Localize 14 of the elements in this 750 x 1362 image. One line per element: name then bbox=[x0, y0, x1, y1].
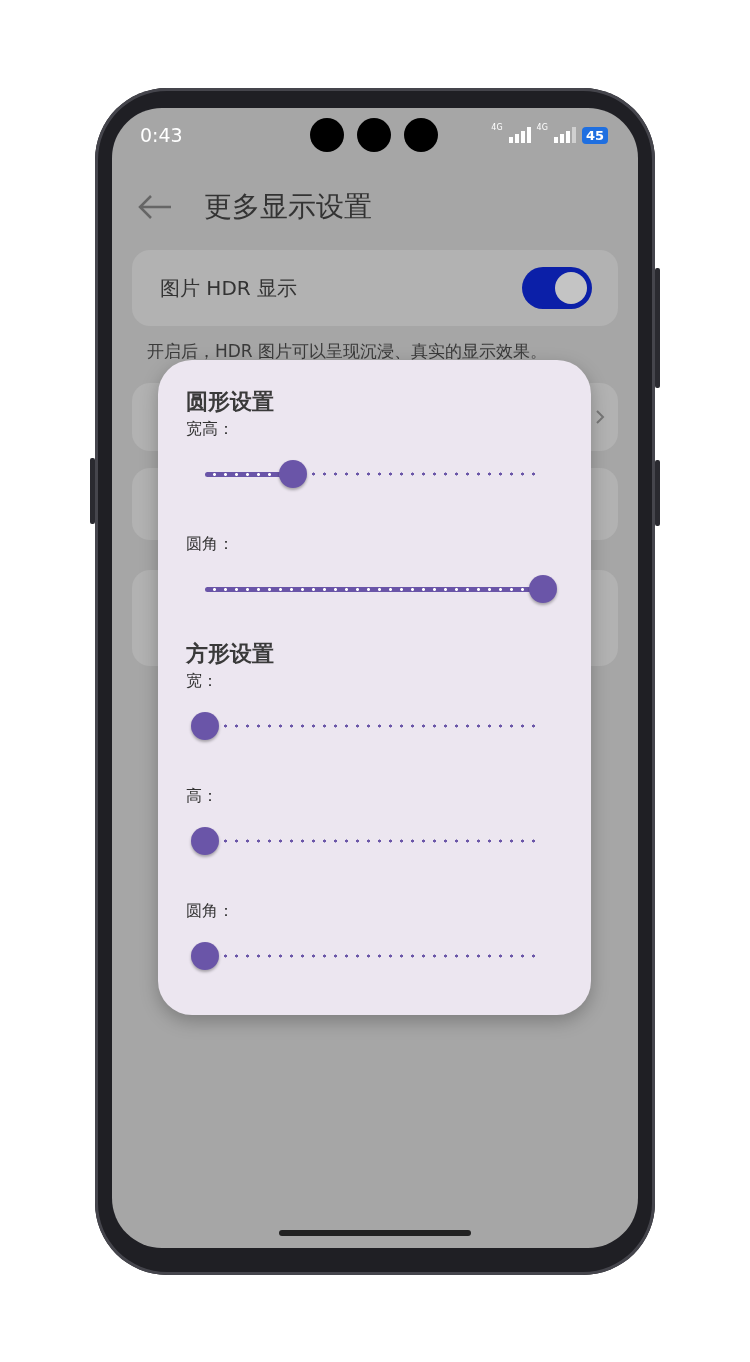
setting-label: 图片 HDR 显示 bbox=[160, 274, 298, 302]
network-label: 4G bbox=[536, 122, 548, 132]
section-title: 方形设置 bbox=[186, 640, 275, 668]
slider-label: 圆角： bbox=[186, 900, 234, 922]
slider-label: 宽高： bbox=[186, 418, 234, 440]
setting-description: 开启后，HDR 图片可以呈现沉浸、真实的显示效果。 bbox=[147, 340, 549, 363]
status-time: 0:43 bbox=[140, 124, 183, 146]
slider-label: 圆角： bbox=[186, 533, 234, 555]
slider-label: 高： bbox=[186, 785, 218, 807]
section-title: 圆形设置 bbox=[186, 388, 275, 416]
network-label: 4G bbox=[491, 122, 503, 132]
page-title: 更多显示设置 bbox=[204, 189, 372, 225]
battery-indicator: 45 bbox=[581, 126, 608, 144]
slider-label: 宽： bbox=[186, 670, 218, 692]
